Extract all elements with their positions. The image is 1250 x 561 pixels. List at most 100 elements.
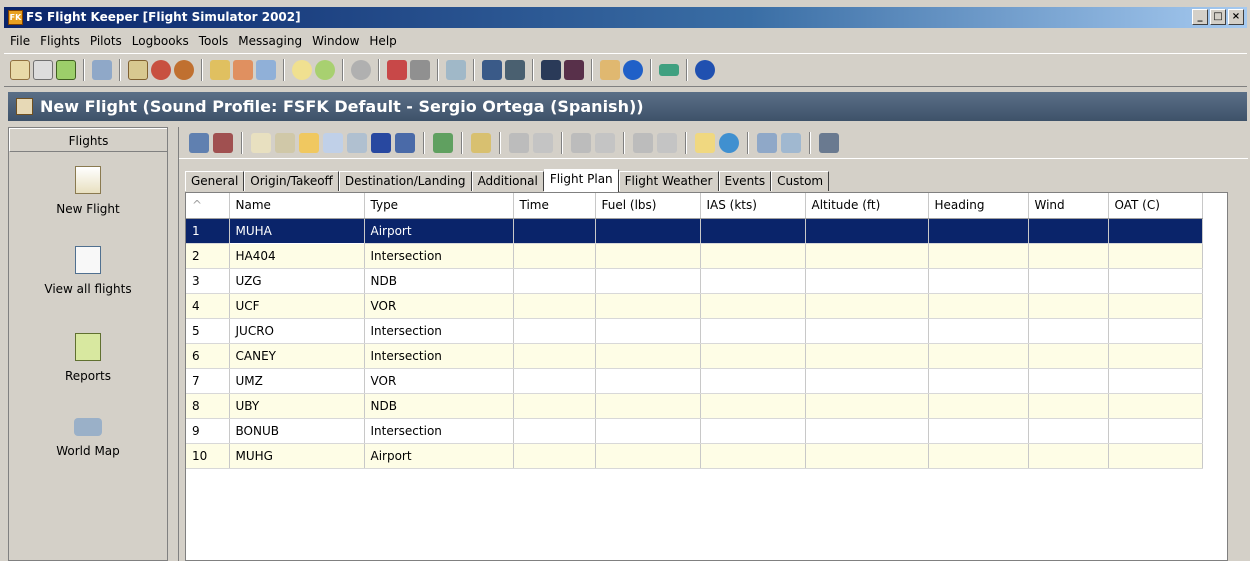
cell-wind[interactable]: [1028, 268, 1109, 294]
cell-ias[interactable]: [700, 418, 806, 444]
cell-time[interactable]: [513, 243, 596, 269]
open-folder-icon[interactable]: [299, 132, 319, 153]
cell-oat[interactable]: [1108, 418, 1203, 444]
cell-fuel[interactable]: [595, 443, 701, 469]
column-header-name[interactable]: Name: [229, 193, 365, 219]
waypoint-name[interactable]: JUCRO: [229, 318, 365, 344]
search-tool-icon[interactable]: [292, 60, 312, 80]
paste-icon[interactable]: [275, 132, 295, 153]
cell-oat[interactable]: [1108, 243, 1203, 269]
cell-altitude[interactable]: [805, 418, 929, 444]
waypoint-type[interactable]: Airport: [364, 218, 514, 244]
undo-icon[interactable]: [395, 132, 415, 153]
users-tool-icon[interactable]: [387, 60, 407, 80]
cell-ias[interactable]: [700, 243, 806, 269]
validate-icon[interactable]: [347, 132, 367, 153]
cell-fuel[interactable]: [595, 268, 701, 294]
cell-oat[interactable]: [1108, 318, 1203, 344]
waypoint-type[interactable]: Intersection: [364, 343, 514, 369]
column-header-heading[interactable]: Heading: [928, 193, 1029, 219]
cell-altitude[interactable]: [805, 268, 929, 294]
cell-heading[interactable]: [928, 443, 1029, 469]
waypoint-type[interactable]: VOR: [364, 368, 514, 394]
menu-messaging[interactable]: Messaging: [238, 34, 302, 48]
close-button[interactable]: ×: [1228, 9, 1244, 25]
cell-time[interactable]: [513, 218, 596, 244]
cell-heading[interactable]: [928, 243, 1029, 269]
cell-ias[interactable]: [700, 268, 806, 294]
cell-wind[interactable]: [1028, 318, 1109, 344]
new-flight-tool-icon[interactable]: [10, 60, 30, 80]
cell-ias[interactable]: [700, 343, 806, 369]
cell-heading[interactable]: [928, 268, 1029, 294]
cell-heading[interactable]: [928, 368, 1029, 394]
cell-heading[interactable]: [928, 293, 1029, 319]
cell-altitude[interactable]: [805, 368, 929, 394]
waypoint-type[interactable]: NDB: [364, 393, 514, 419]
cell-oat[interactable]: [1108, 443, 1203, 469]
menu-window[interactable]: Window: [312, 34, 359, 48]
tab-custom[interactable]: Custom: [771, 171, 830, 191]
waypoint-type[interactable]: Intersection: [364, 318, 514, 344]
cell-altitude[interactable]: [805, 318, 929, 344]
table-row[interactable]: 2 HA404 Intersection: [186, 243, 1203, 269]
cell-altitude[interactable]: [805, 393, 929, 419]
cell-fuel[interactable]: [595, 368, 701, 394]
view-flights-tool-icon[interactable]: [33, 60, 53, 80]
cell-fuel[interactable]: [595, 293, 701, 319]
cell-fuel[interactable]: [595, 418, 701, 444]
cell-wind[interactable]: [1028, 343, 1109, 369]
tab-destination-landing[interactable]: Destination/Landing: [338, 171, 472, 191]
tab-general[interactable]: General: [185, 171, 245, 191]
table-row[interactable]: 10 MUHG Airport: [186, 443, 1203, 469]
pencil-tool-icon[interactable]: [600, 60, 620, 80]
sidebar-item-new-flight[interactable]: New Flight: [9, 166, 167, 216]
power-icon[interactable]: [695, 60, 715, 80]
cell-fuel[interactable]: [595, 243, 701, 269]
sort-indicator-icon[interactable]: ^: [186, 193, 230, 219]
cell-wind[interactable]: [1028, 243, 1109, 269]
cell-wind[interactable]: [1028, 368, 1109, 394]
document-tool-icon[interactable]: [351, 60, 371, 80]
tab-flight-plan[interactable]: Flight Plan: [543, 169, 619, 192]
print-icon[interactable]: [433, 132, 453, 153]
cell-wind[interactable]: [1028, 393, 1109, 419]
column-header-altitude[interactable]: Altitude (ft): [805, 193, 929, 219]
column-header-fuel[interactable]: Fuel (lbs): [595, 193, 701, 219]
cell-heading[interactable]: [928, 218, 1029, 244]
waypoint-name[interactable]: BONUB: [229, 418, 365, 444]
waypoint-name[interactable]: MUHG: [229, 443, 365, 469]
cell-oat[interactable]: [1108, 393, 1203, 419]
table-row[interactable]: 4 UCF VOR: [186, 293, 1203, 319]
tab-origin-takeoff[interactable]: Origin/Takeoff: [244, 171, 339, 191]
pilot-remove-icon[interactable]: [213, 132, 233, 153]
note-icon[interactable]: [695, 132, 715, 153]
cell-altitude[interactable]: [805, 443, 929, 469]
title-bar[interactable]: FK FS Flight Keeper [Flight Simulator 20…: [4, 7, 1247, 28]
cell-time[interactable]: [513, 393, 596, 419]
cell-altitude[interactable]: [805, 293, 929, 319]
column-header-oat[interactable]: OAT (C): [1108, 193, 1203, 219]
waypoint-name[interactable]: CANEY: [229, 343, 365, 369]
close-flight-icon[interactable]: [819, 132, 839, 153]
reports-tool-icon[interactable]: [56, 60, 76, 80]
column-header-ias[interactable]: IAS (kts): [700, 193, 806, 219]
cell-oat[interactable]: [1108, 218, 1203, 244]
menu-help[interactable]: Help: [369, 34, 396, 48]
waypoint-type[interactable]: NDB: [364, 268, 514, 294]
maximize-button[interactable]: □: [1210, 9, 1226, 25]
cell-fuel[interactable]: [595, 218, 701, 244]
copy-icon[interactable]: [251, 132, 271, 153]
table-row[interactable]: 5 JUCRO Intersection: [186, 318, 1203, 344]
cell-ias[interactable]: [700, 393, 806, 419]
menu-flights[interactable]: Flights: [40, 34, 80, 48]
cell-oat[interactable]: [1108, 293, 1203, 319]
pilot-pick-icon[interactable]: [189, 132, 209, 153]
table-row[interactable]: 9 BONUB Intersection: [186, 418, 1203, 444]
table-row[interactable]: 1 MUHA Airport: [186, 217, 1203, 244]
cell-time[interactable]: [513, 368, 596, 394]
aircraft-tool-icon[interactable]: [210, 60, 230, 80]
save-icon[interactable]: [371, 132, 391, 153]
world-map-tool-icon[interactable]: [92, 60, 112, 80]
cell-oat[interactable]: [1108, 343, 1203, 369]
